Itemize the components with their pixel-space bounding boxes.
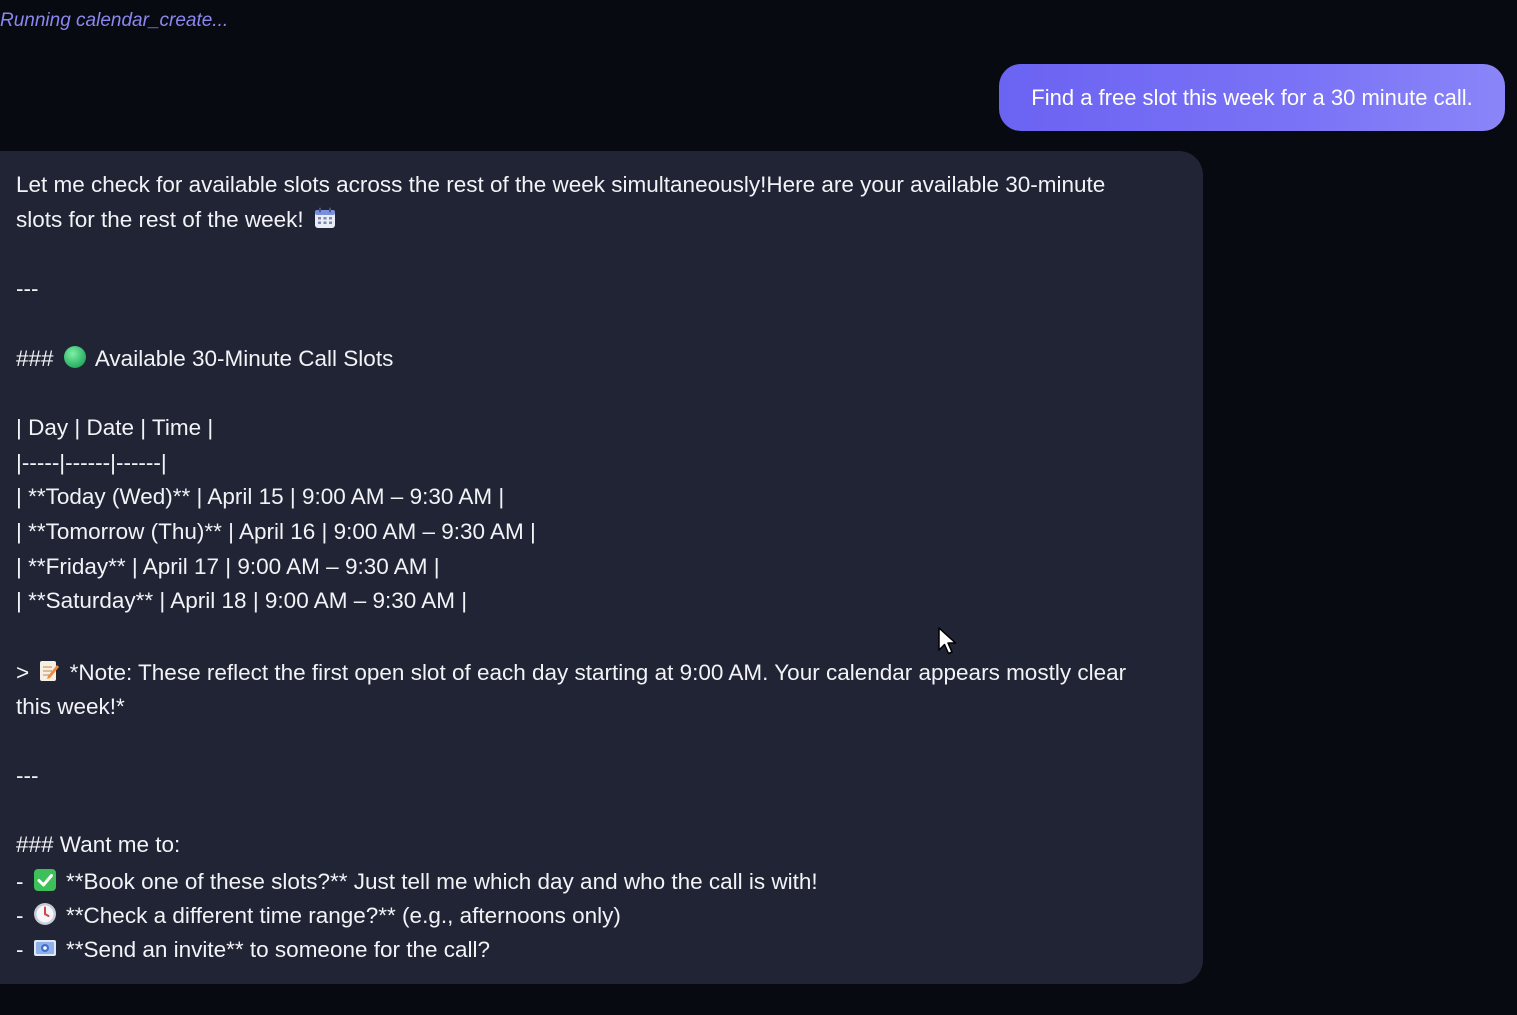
list-bullet: - (16, 903, 24, 928)
table-header: | Day | Date | Time | (16, 415, 214, 440)
divider-1: --- (16, 276, 39, 301)
user-message-text: Find a free slot this week for a 30 minu… (1031, 85, 1473, 110)
table-row: | **Tomorrow (Thu)** | April 16 | 9:00 A… (16, 519, 536, 544)
list-item: - **Send an invite** to someone for the … (16, 936, 490, 966)
list-bullet: - (16, 937, 24, 962)
table-row: | **Today (Wed)** | April 15 | 9:00 AM –… (16, 484, 505, 509)
list-item: - **Book one of these slots?** Just tell… (16, 868, 818, 898)
list-item-text: **Check a different time range?** (e.g.,… (66, 903, 621, 928)
heading-want-me-to: ### Want me to: (16, 832, 181, 857)
memo-icon (38, 659, 60, 689)
table-row: | **Friday** | April 17 | 9:00 AM – 9:30… (16, 554, 440, 579)
heading-text: Available 30-Minute Call Slots (94, 346, 394, 371)
mouse-pointer-icon (937, 626, 959, 661)
note-text: *Note: These reflect the first open slot… (69, 660, 1127, 685)
divider-2: --- (16, 763, 39, 788)
assistant-message-bubble: Let me check for available slots across … (0, 151, 1203, 984)
user-message-bubble: Find a free slot this week for a 30 minu… (999, 64, 1505, 131)
list-item: - **Check a different time range?** (e.g… (16, 902, 621, 932)
list-item-text: **Send an invite** to someone for the ca… (66, 937, 491, 962)
table-row: | **Saturday** | April 18 | 9:00 AM – 9:… (16, 588, 468, 613)
note-line-1: > *Note: These reflect the first open sl… (16, 659, 1126, 689)
note-line-2: this week!* (16, 694, 125, 719)
list-item-text: **Book one of these slots?** Just tell m… (66, 869, 818, 894)
table-separator: |-----|------|------| (16, 450, 167, 475)
intro-line-1: Let me check for available slots across … (16, 172, 1106, 197)
intro-line-2: slots for the rest of the week! (16, 206, 340, 236)
check-mark-icon (33, 868, 57, 898)
heading-prefix: ### (16, 346, 54, 371)
calendar-icon (313, 206, 337, 236)
list-bullet: - (16, 869, 24, 894)
green-circle-icon (63, 345, 87, 375)
intro-line-2-text: slots for the rest of the week! (16, 207, 304, 232)
envelope-icon (33, 936, 57, 966)
heading-available-slots: ### Available 30-Minute Call Slots (16, 345, 393, 375)
tool-status-text: Running calendar_create... (0, 10, 229, 31)
note-prefix: > (16, 660, 30, 685)
clock-icon (33, 902, 57, 932)
